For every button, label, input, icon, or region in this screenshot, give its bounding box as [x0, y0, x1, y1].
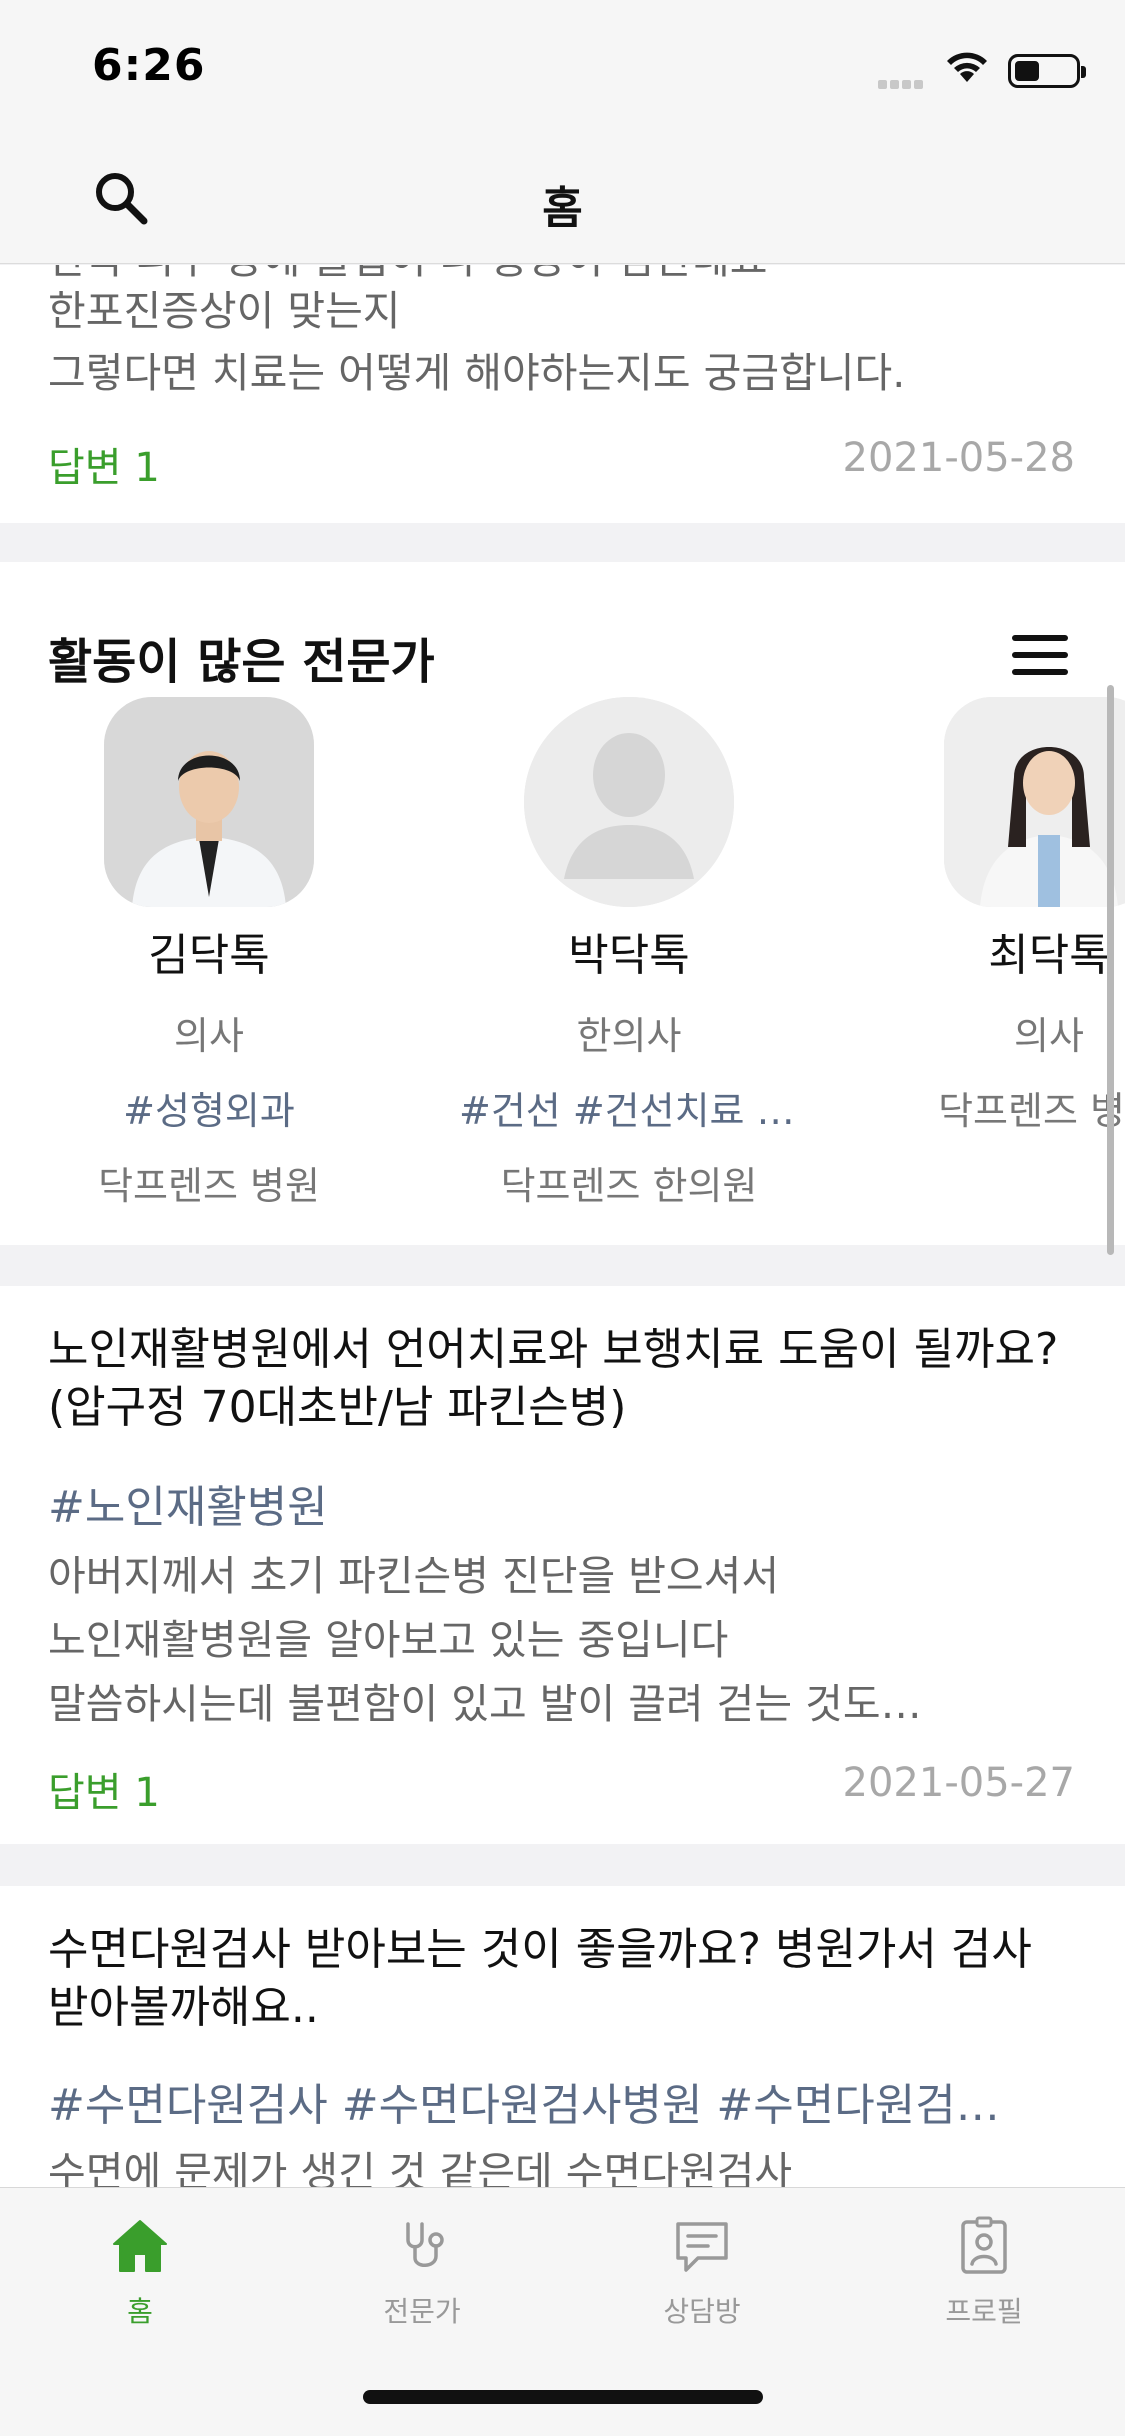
stethoscope-icon — [406, 2222, 444, 2267]
section-title: 활동이 많은 전문가 — [48, 634, 435, 690]
home-icon — [113, 2220, 167, 2272]
question-body-line: 수면에 문제가 생긴 것 같은데 수면다원검사 — [48, 2148, 793, 2187]
question-body-line: 그렇다면 치료는 어떻게 해야하는지도 궁금합니다. — [48, 349, 906, 397]
question-body-line: 말씀하시는데 불편함이 있고 발이 끌려 걷는 것도… — [48, 1680, 922, 1728]
tab-home[interactable]: 홈 — [40, 2216, 240, 2330]
answer-count: 답변 1 — [48, 445, 160, 491]
expert-role: 의사 — [1014, 1014, 1084, 1058]
expert-card[interactable]: 최닥톡 의사 닥프렌즈 병원 — [879, 697, 1125, 1135]
battery-icon — [1008, 54, 1086, 88]
home-indicator — [363, 2390, 763, 2404]
expert-hospital: 닥프렌즈 병원 — [938, 1089, 1125, 1133]
expert-name: 박닥톡 — [568, 930, 690, 981]
status-time: 6:26 — [92, 40, 206, 91]
question-title: 노인재활병원에서 언어치료와 보행치료 도움이 될까요? (압구정 70대초반/… — [48, 1324, 1059, 1433]
question-body-line: 노인재활병원을 알아보고 있는 중입니다 — [48, 1616, 729, 1664]
nav-bar: 홈 — [0, 132, 1125, 264]
expert-hospital: 닥프렌즈 한의원 — [500, 1164, 758, 1208]
question-title: 수면다원검사 받아보는 것이 좋을까요? 병원가서 검사 받아볼까해요.. — [48, 1924, 1032, 2033]
question-date: 2021-05-27 — [842, 1760, 1075, 1806]
expert-name: 김닥톡 — [148, 930, 270, 981]
expert-card[interactable]: 김닥톡 의사 #성형외과 닥프렌즈 병원 — [39, 697, 379, 1210]
answer-count: 답변 1 — [48, 1770, 160, 1816]
expert-tag: #건선 #건선치료 #… — [459, 1089, 799, 1133]
question-card[interactable]: 노인재활병원에서 언어치료와 보행치료 도움이 될까요? (압구정 70대초반/… — [0, 1286, 1125, 1844]
doctor-avatar — [944, 697, 1125, 907]
question-card[interactable]: 수면다원검사 받아보는 것이 좋을까요? 병원가서 검사 받아볼까해요.. #수… — [0, 1886, 1125, 2187]
tab-chat[interactable]: 상담방 — [602, 2216, 802, 2330]
default-avatar-icon — [524, 697, 734, 907]
question-tags: #수면다원검사 #수면다원검사병원 #수면다원검… — [48, 2080, 1000, 2131]
tab-label: 상담방 — [663, 2295, 741, 2328]
page-title: 홈 — [542, 183, 583, 234]
doctor-avatar — [104, 697, 314, 907]
question-body: 아버지께서 초기 파킨슨병 진단을 받으셔서 노인재활병원을 알아보고 있는 중… — [48, 1544, 1078, 1736]
scrollbar[interactable] — [1107, 685, 1114, 1255]
menu-icon[interactable] — [1012, 635, 1068, 675]
chat-icon — [676, 2222, 728, 2272]
expert-role: 한의사 — [576, 1014, 682, 1058]
cellular-signal-icon — [878, 74, 926, 93]
expert-name: 최닥톡 — [988, 930, 1110, 981]
question-date: 2021-05-28 — [842, 435, 1075, 481]
id-badge-icon — [961, 2216, 1007, 2274]
tab-label: 홈 — [127, 2295, 153, 2328]
expert-hospital: 닥프렌즈 병원 — [98, 1164, 320, 1208]
feed[interactable]: 한쪽 피부 등에 물집이 나 통증이 심한데요 한포진증상이 맞는지 그렇다면 … — [0, 265, 1125, 2187]
question-tags: #노인재활병원 — [48, 1482, 328, 1533]
question-body-line: 한포진증상이 맞는지 — [48, 287, 401, 335]
expert-card[interactable]: 박닥톡 한의사 #건선 #건선치료 #… 닥프렌즈 한의원 — [459, 697, 799, 1210]
wifi-icon — [947, 52, 987, 82]
tab-profile[interactable]: 프로필 — [884, 2216, 1084, 2330]
tab-label: 전문가 — [383, 2295, 461, 2328]
expert-tag: #성형외과 — [123, 1089, 295, 1133]
question-card[interactable]: 한쪽 피부 등에 물집이 나 통증이 심한데요 한포진증상이 맞는지 그렇다면 … — [0, 265, 1125, 523]
experts-section: 활동이 많은 전문가 김닥톡 의사 #성형외과 닥프렌즈 병원 박닥톡 한의사 … — [0, 562, 1125, 1245]
tab-experts[interactable]: 전문가 — [322, 2216, 522, 2330]
question-body-line: 아버지께서 초기 파킨슨병 진단을 받으셔서 — [48, 1552, 780, 1600]
tab-label: 프로필 — [945, 2295, 1023, 2328]
status-bar: 6:26 — [0, 0, 1125, 132]
expert-role: 의사 — [174, 1014, 244, 1058]
